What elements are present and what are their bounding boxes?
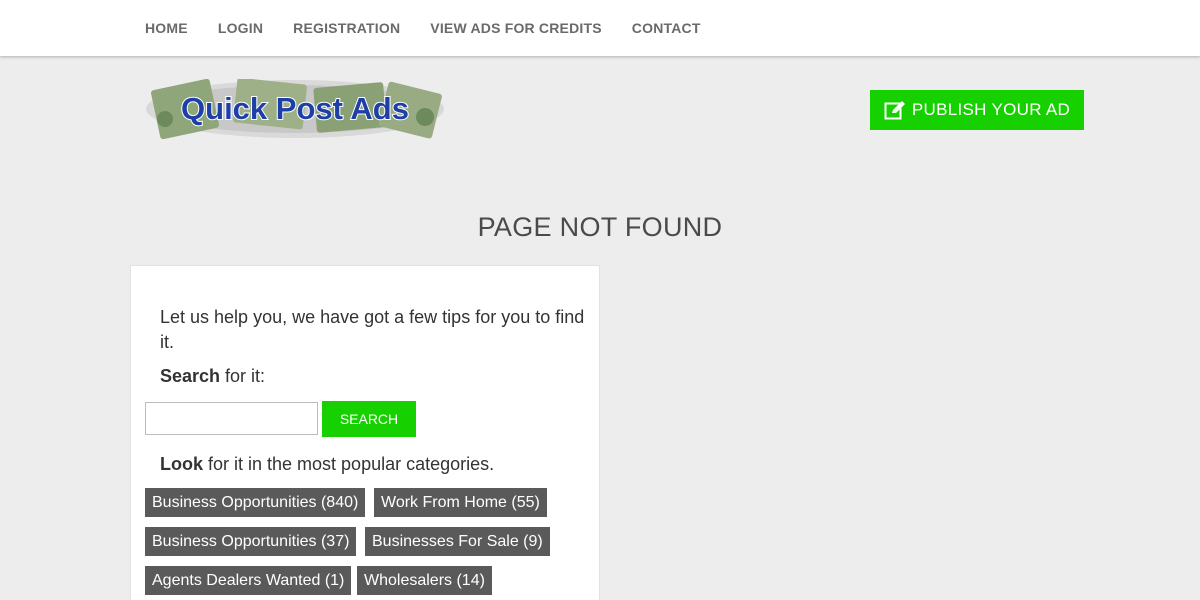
category-tag[interactable]: Agents Dealers Wanted (1) <box>145 566 352 595</box>
category-tag[interactable]: Business Opportunities (840) <box>145 488 366 517</box>
category-tag[interactable]: Businesses For Sale (9) <box>365 527 550 556</box>
nav-contact[interactable]: CONTACT <box>632 20 701 36</box>
page-title: PAGE NOT FOUND <box>477 212 723 242</box>
logo-graphic: Quick Post Ads <box>146 77 444 140</box>
search-hint-rest: for it: <box>220 366 266 386</box>
publish-ad-label: PUBLISH YOUR AD <box>911 100 1071 119</box>
edit-icon <box>884 100 906 120</box>
category-tag[interactable]: Business Opportunities (37) <box>145 527 357 556</box>
search-hint: Search for it: <box>160 366 265 387</box>
nav-registration[interactable]: REGISTRATION <box>293 20 400 36</box>
category-tag[interactable]: Work From Home (55) <box>374 488 547 517</box>
search-hint-bold: Search <box>160 366 221 386</box>
nav-view-ads-for-credits[interactable]: VIEW ADS FOR CREDITS <box>430 20 602 36</box>
search-button[interactable]: SEARCH <box>322 401 416 437</box>
site-logo[interactable]: Quick Post Ads <box>145 77 445 140</box>
search-input[interactable] <box>145 402 318 435</box>
nav-menu: HOME LOGIN REGISTRATION VIEW ADS FOR CRE… <box>145 0 731 56</box>
top-navigation: HOME LOGIN REGISTRATION VIEW ADS FOR CRE… <box>0 0 1200 56</box>
category-tag[interactable]: Wholesalers (14) <box>357 566 492 595</box>
svg-text:Quick Post Ads: Quick Post Ads <box>181 91 409 126</box>
nav-home[interactable]: HOME <box>145 20 188 36</box>
publish-ad-button[interactable]: PUBLISH YOUR AD <box>870 90 1084 130</box>
look-hint-bold: Look <box>160 454 203 474</box>
help-intro-text: Let us help you, we have got a few tips … <box>160 307 585 352</box>
look-hint: Look for it in the most popular categori… <box>160 454 494 475</box>
look-hint-rest: for it in the most popular categories. <box>203 454 495 474</box>
nav-login[interactable]: LOGIN <box>218 20 263 36</box>
